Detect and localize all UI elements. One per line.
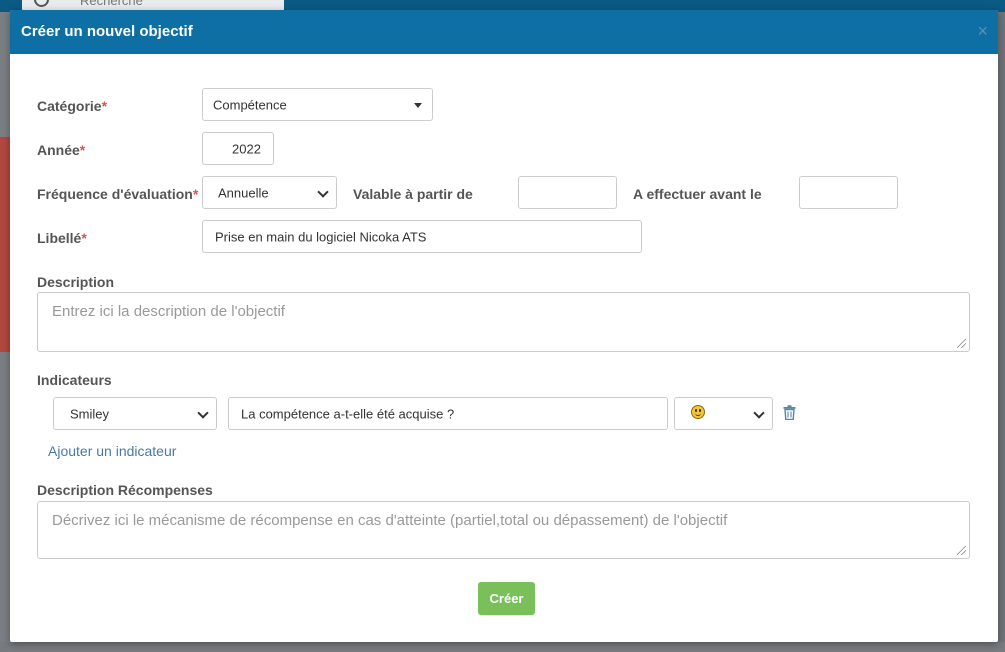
smiley-face-icon [691,405,705,419]
trash-icon[interactable] [783,405,796,420]
resize-grip-icon[interactable] [957,546,966,555]
frequence-select[interactable]: Annuelle [202,176,337,209]
description-textarea[interactable]: Entrez ici la description de l'objectif [37,292,970,352]
required-mark: * [79,142,86,158]
annee-label: Année* [37,142,85,158]
frequence-label-text: Fréquence d'évaluation [37,186,193,202]
annee-label-text: Année [37,142,80,158]
indicator-type-select[interactable]: Smiley [53,397,217,430]
resize-grip-icon[interactable] [957,339,966,348]
required-mark: * [81,230,87,246]
indicator-question-value: La compétence a-t-elle été acquise ? [241,406,455,421]
create-button[interactable]: Créer [478,582,535,615]
description-label: Description [37,274,115,290]
caret-down-icon [414,102,422,108]
background-bottom [0,642,1005,652]
chevron-down-icon [753,406,765,419]
libelle-label-text: Libellé [37,230,82,246]
annee-input[interactable]: 2022 [202,132,274,165]
recompenses-textarea[interactable]: Décrivez ici le mécanisme de récompense … [37,501,970,559]
recompenses-placeholder: Décrivez ici le mécanisme de récompense … [52,512,728,529]
description-placeholder: Entrez ici la description de l'objectif [52,303,285,320]
effectuer-date-input[interactable] [799,176,898,209]
create-objective-modal: Créer un nouvel objectif × Catégorie* Co… [10,10,998,642]
frequence-select-value: Annuelle [218,185,269,200]
indicateurs-label: Indicateurs [37,372,112,388]
libelle-label: Libellé* [37,230,87,246]
background-search-placeholder: Recherche [80,0,143,8]
search-icon [34,0,49,7]
effectuer-label: A effectuer avant le [633,186,762,202]
categorie-label: Catégorie* [37,98,107,114]
categorie-select[interactable]: Compétence [202,88,433,121]
libelle-input-value: Prise en main du logiciel Nicoka ATS [215,229,427,244]
modal-title: Créer un nouvel objectif [21,23,193,40]
modal-header: Créer un nouvel objectif × [10,10,998,54]
required-mark: * [192,186,199,202]
chevron-down-icon [317,185,329,198]
frequence-label: Fréquence d'évaluation* [37,186,198,202]
categorie-label-text: Catégorie [37,98,102,114]
indicator-type-value: Smiley [70,406,110,421]
annee-input-value: 2022 [232,141,261,156]
valable-date-input[interactable] [518,176,617,209]
categorie-select-value: Compétence [213,97,287,112]
indicator-smiley-select[interactable] [674,397,773,430]
valable-label: Valable à partir de [353,186,473,202]
recompenses-label: Description Récompenses [37,482,213,498]
indicator-question-input[interactable]: La compétence a-t-elle été acquise ? [228,397,668,430]
required-mark: * [101,98,108,114]
chevron-down-icon [197,406,209,419]
close-icon[interactable]: × [977,22,988,40]
add-indicator-link[interactable]: Ajouter un indicateur [48,443,176,459]
libelle-input[interactable]: Prise en main du logiciel Nicoka ATS [202,220,642,253]
